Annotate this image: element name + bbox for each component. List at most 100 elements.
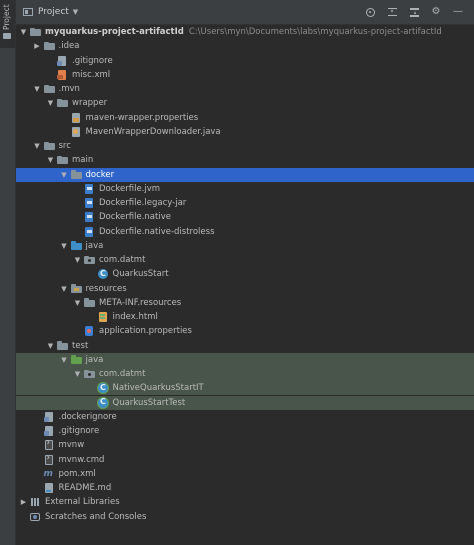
maven-pom-icon: m	[43, 468, 53, 479]
tree-item-label: Dockerfile.native	[99, 212, 171, 223]
tree-item-label: .gitignore	[72, 55, 113, 66]
tree-item[interactable]: ▶mpom.xml	[16, 467, 474, 481]
tree-item[interactable]: ▶QuarkusStart	[16, 267, 474, 281]
chevron-down-icon[interactable]: ▼	[33, 85, 42, 93]
tree-item[interactable]: ▶Dockerfile.native-distroless	[16, 225, 474, 239]
tree-item-label: .idea	[58, 41, 80, 52]
tree-item-label: mvnw.cmd	[58, 454, 105, 465]
tree-item-label: com.datmt	[99, 255, 146, 266]
tree-item[interactable]: ▼ META-INF.resources	[16, 296, 474, 310]
chevron-down-icon[interactable]: ▼	[46, 99, 55, 107]
gitignore-icon	[43, 426, 55, 437]
chevron-down-icon[interactable]: ▼	[60, 242, 69, 250]
folder-icon	[57, 341, 68, 351]
chevron-down-icon[interactable]: ▼	[33, 142, 42, 150]
chevron-down-icon[interactable]: ▼	[73, 299, 82, 307]
collapse-all-button[interactable]	[408, 6, 420, 18]
tree-item[interactable]: ▶mvnw	[16, 438, 474, 452]
expand-all-button[interactable]	[386, 6, 398, 18]
tree-item-label: java	[85, 354, 104, 365]
tree-item[interactable]: ▶.gitignore	[16, 54, 474, 68]
gitignore-icon	[57, 55, 68, 66]
source-folder-icon	[70, 241, 82, 251]
package-folder-icon	[84, 255, 95, 265]
tree-item-label: com.datmt	[99, 369, 146, 380]
tree-item[interactable]: ▶Dockerfile.legacy-jar	[16, 196, 474, 210]
project-view-selector[interactable]: Project	[38, 7, 69, 17]
tree-item[interactable]: ▶maven-wrapper.properties	[16, 111, 474, 125]
tree-item[interactable]: ▼ java	[16, 352, 474, 367]
chevron-down-icon[interactable]: ▼	[60, 171, 69, 179]
resources-folder-icon	[70, 284, 82, 294]
app-properties-icon	[84, 326, 95, 337]
settings-button[interactable]: ⚙	[430, 6, 442, 18]
docker-file-icon	[84, 226, 95, 237]
folder-icon	[84, 298, 95, 308]
tree-item-label: .dockerignore	[58, 411, 117, 422]
chevron-down-icon[interactable]: ▼	[46, 342, 55, 350]
tree-item-label: NativeQuarkusStartIT	[112, 383, 204, 394]
tree-item[interactable]: ▶index.html	[16, 310, 474, 324]
tree-item-label: myquarkus-project-artifactId	[45, 27, 184, 38]
tree-item-label: main	[72, 155, 94, 166]
chevron-down-icon[interactable]: ▼	[19, 28, 28, 36]
tree-item[interactable]: ▼ myquarkus-project-artifactId C:\Users\my…	[16, 25, 474, 39]
tree-item-label: resources	[85, 283, 127, 294]
tree-item-label: wrapper	[72, 98, 108, 109]
chevron-down-icon[interactable]: ▼	[46, 156, 55, 164]
tree-item[interactable]: ▶Dockerfile.native	[16, 210, 474, 224]
tree-item[interactable]: ▼ src	[16, 139, 474, 153]
tree-item[interactable]: ▶.gitignore	[16, 424, 474, 438]
tree-item[interactable]: ▶application.properties	[16, 324, 474, 338]
tree-item[interactable]: ▶README.md	[16, 481, 474, 495]
tree-item[interactable]: ▼ wrapper	[16, 96, 474, 110]
tree-item[interactable]: ▶misc.xml	[16, 68, 474, 82]
folder-icon	[3, 33, 11, 39]
tree-item[interactable]: ▶QuarkusStartTest	[16, 395, 474, 410]
tree-item-label: java	[85, 240, 104, 251]
tree-item[interactable]: ▶ .idea	[16, 39, 474, 53]
tree-item[interactable]: ▶NativeQuarkusStartIT	[16, 381, 474, 396]
tree-item[interactable]: ▼ test	[16, 339, 474, 353]
tree-item[interactable]: ▼ docker	[16, 167, 474, 182]
folder-icon	[70, 170, 82, 180]
tree-item[interactable]: ▼ main	[16, 153, 474, 167]
hide-button[interactable]: —	[452, 6, 464, 18]
tree-item[interactable]: ▶Dockerfile.jvm	[16, 182, 474, 196]
chevron-down-icon[interactable]: ▼	[73, 370, 82, 378]
chevron-down-icon[interactable]: ▼	[60, 356, 69, 364]
locate-file-button[interactable]	[364, 6, 376, 18]
terminal-file-icon	[44, 438, 55, 451]
tree-item[interactable]: ▶ External Libraries	[16, 495, 474, 509]
tree-item-label: QuarkusStartTest	[112, 397, 186, 408]
tree-item[interactable]: ▼ com.datmt	[16, 253, 474, 267]
tree-item[interactable]: ▼ .mvn	[16, 82, 474, 96]
tree-item-label: maven-wrapper.properties	[85, 112, 199, 123]
java-file-icon	[71, 126, 82, 137]
test-class-icon	[97, 383, 109, 394]
tree-item[interactable]: ▼ com.datmt	[16, 367, 474, 382]
target-icon	[365, 7, 375, 17]
library-icon	[30, 497, 41, 507]
test-folder-icon	[70, 355, 82, 365]
chevron-right-icon[interactable]: ▶	[33, 42, 42, 50]
tree-item[interactable]: ▶MavenWrapperDownloader.java	[16, 125, 474, 139]
chevron-right-icon[interactable]: ▶	[19, 498, 28, 506]
chevron-down-icon[interactable]: ▼	[60, 285, 69, 293]
project-path: C:\Users\myn\Documents\labs\myquarkus-pr…	[188, 27, 442, 38]
header-actions: ⚙ —	[364, 0, 464, 24]
tree-item[interactable]: ▶Scratches and Consoles	[16, 510, 474, 524]
tree-item-label: index.html	[112, 312, 158, 323]
project-tool-tab-label: Project	[2, 4, 11, 30]
tree-item[interactable]: ▶.dockerignore	[16, 410, 474, 424]
tree-item-label: test	[72, 340, 89, 351]
chevron-down-icon[interactable]: ▼	[73, 256, 82, 264]
chevron-down-icon[interactable]: ▼	[73, 8, 78, 16]
tree-item-label: Dockerfile.native-distroless	[99, 226, 215, 237]
tree-item-label: Scratches and Consoles	[45, 511, 147, 522]
tree-item[interactable]: ▼ java	[16, 239, 474, 253]
project-tool-tab[interactable]: Project	[0, 0, 15, 48]
tree-item[interactable]: ▶mvnw.cmd	[16, 453, 474, 467]
scratches-icon	[30, 512, 41, 522]
tree-item[interactable]: ▼ resources	[16, 282, 474, 296]
